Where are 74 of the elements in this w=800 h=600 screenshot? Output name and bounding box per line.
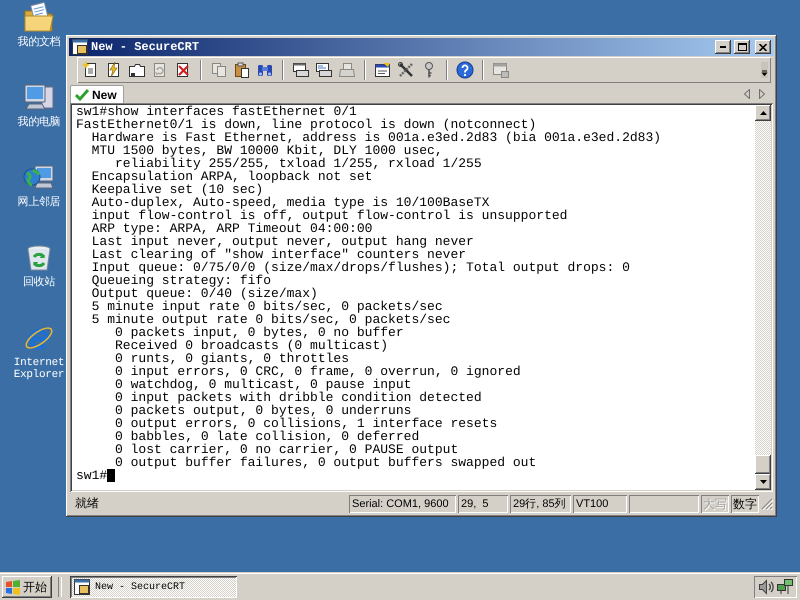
terminal-line: 0 lost carrier, 0 no carrier, 0 PAUSE output [115, 443, 458, 456]
scroll-down-button[interactable] [755, 474, 771, 490]
minimize-button[interactable] [715, 40, 731, 54]
terminal-line: 0 input errors, 0 CRC, 0 frame, 0 overrun, 0 ignored [115, 365, 521, 378]
desktop-icon-label[interactable]: 回收站 [22, 277, 56, 289]
terminal-line: Output queue: 0/40 (size/max) [92, 287, 318, 300]
terminal-line: FastEthernet0/1 is down, line protocol is down (notconnect) [76, 118, 536, 131]
terminal-line: Queueing strategy: fifo [92, 274, 272, 287]
speaker-icon[interactable] [758, 579, 774, 595]
tools-icon[interactable] [397, 61, 415, 79]
network-icon[interactable] [777, 579, 793, 595]
down-arrow-icon [760, 480, 766, 484]
folder-tab-icon[interactable] [128, 61, 146, 79]
desktop-icon-label[interactable]: Internet Explorer [13, 357, 65, 381]
terminal-line: Encapsulation ARPA, loopback not set [92, 170, 372, 183]
status-panel: 29行, 85列 [510, 494, 571, 512]
terminal-line: 0 runts, 0 giants, 0 throttles [115, 352, 350, 365]
terminal-line: 0 output errors, 0 collisions, 1 interface resets [115, 417, 498, 430]
key-indicator: 数字 [731, 494, 759, 512]
terminal-line: 0 packets output, 0 bytes, 0 underruns [115, 404, 412, 417]
terminal-line: Last input never, output never, output hang never [92, 235, 474, 248]
terminal-line: Received 0 broadcasts (0 multicast) [115, 339, 388, 352]
desktop-icon-label[interactable]: 网上邻居 [18, 197, 60, 209]
terminal-line: Last clearing of "show interface" counters never [92, 248, 466, 261]
printer-window-icon[interactable] [292, 61, 310, 79]
start-button[interactable]: 开始 [2, 576, 52, 598]
terminal-line: Input queue: 0/75/0/0 (size/max/drops/flushes); Total output drops: 0 [92, 261, 630, 274]
terminal-line: Keepalive set (10 sec) [92, 183, 264, 196]
terminal-line: 5 minute output rate 0 bits/sec, 0 packets/sec [92, 313, 450, 326]
close-icon [759, 44, 767, 50]
printer-page-icon[interactable] [315, 61, 333, 79]
minimize-icon [720, 46, 726, 48]
terminal-line: 5 minute input rate 0 bits/sec, 0 packets/sec [92, 300, 443, 313]
window-properties-icon[interactable] [374, 61, 392, 79]
up-arrow-icon [760, 111, 766, 115]
terminal-line: 0 babbles, 0 late collision, 0 deferred [115, 430, 420, 443]
terminal-line: 0 output buffer failures, 0 output buffers swapped out [115, 456, 536, 469]
session-tab[interactable]: New [70, 85, 124, 103]
scrollbar-thumb[interactable] [755, 455, 771, 474]
right-arrow-icon[interactable] [759, 89, 765, 99]
x-document-icon[interactable] [174, 61, 192, 79]
clipboard-icon[interactable] [233, 61, 251, 79]
resize-grip-icon[interactable] [761, 498, 773, 510]
left-arrow-icon[interactable] [744, 89, 750, 99]
terminal-line: 0 input packets with dribble condition detected [115, 391, 482, 404]
terminal-line: MTU 1500 bytes, BW 10000 Kbit, DLY 1000 usec, [92, 144, 443, 157]
chevron-icon[interactable] [761, 62, 768, 78]
window-title: New - SecureCRT [91, 40, 200, 54]
status-panel: Serial: COM1, 9600 [349, 494, 456, 512]
terminal-line: Auto-duplex, Auto-speed, media type is 10/100BaseTX [92, 196, 490, 209]
terminal-line: reliability 255/255, txload 1/255, rxload 1/255 [115, 157, 482, 170]
taskbar-button[interactable]: New - SecureCRT [70, 576, 237, 598]
desktop-icon-label[interactable]: 我的文档 [18, 37, 60, 49]
terminal-line: sw1#show interfaces fastEthernet 0/1 [76, 105, 357, 118]
maximize-button[interactable] [734, 40, 750, 54]
windows-flag-icon [5, 580, 21, 594]
document-folder-icon[interactable] [23, 2, 55, 34]
terminal-window-icon [74, 579, 90, 595]
maximize-icon [738, 43, 746, 51]
terminal-line: ARP type: ARPA, ARP Timeout 04:00:00 [92, 222, 372, 235]
desktop-icon-label[interactable]: 我的电脑 [18, 117, 60, 129]
status-message: 就绪 [74, 495, 100, 512]
empty-status-panel [629, 494, 699, 512]
terminal-line: sw1# [76, 469, 108, 482]
scroll-up-button[interactable] [755, 105, 771, 121]
status-panel: VT100 [573, 494, 627, 512]
close-button[interactable] [755, 40, 771, 54]
help-icon[interactable] [456, 61, 474, 79]
terminal-line: 0 packets input, 0 bytes, 0 no buffer [115, 326, 404, 339]
terminal-line: Hardware is Fast Ethernet, address is 001a.e3ed.2d83 (bia 001a.e3ed.2d83) [92, 131, 662, 144]
terminal-line: 0 watchdog, 0 multicast, 0 pause input [115, 378, 412, 391]
status-panel: 29, 5 [458, 494, 508, 512]
terminal-line: input flow-control is off, output flow-control is unsupported [92, 209, 568, 222]
terminal-window-icon [72, 39, 88, 55]
